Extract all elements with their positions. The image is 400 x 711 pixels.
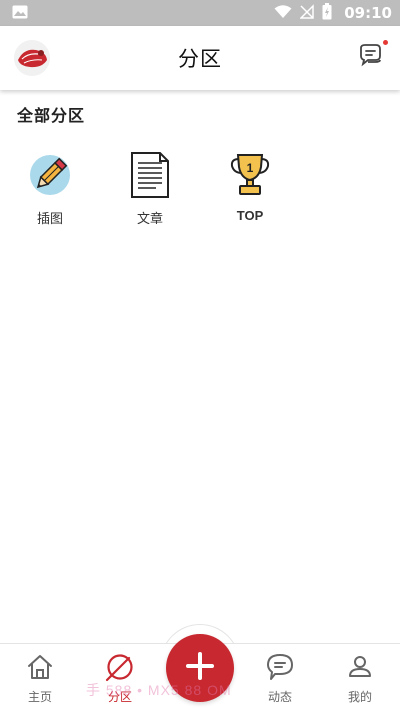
nav-item-profile[interactable]: 我的 [320,652,400,708]
wifi-icon [274,4,292,23]
avatar[interactable] [14,40,50,76]
category-label: TOP [236,208,264,223]
image-icon [12,4,28,23]
message-button[interactable] [356,40,388,70]
chat-bubble-icon [265,652,295,682]
nav-label-home: 主页 [27,690,52,704]
category-grid: 插图 文章 1 TOP [0,150,400,240]
document-icon [128,150,172,200]
category-label: 文章 [136,212,163,227]
nav-item-feed[interactable]: 动态 [240,652,320,708]
status-time: 09:10 [344,4,392,22]
no-sim-icon [299,3,314,23]
pencil-icon [28,150,72,200]
watermark: 手 588 • MX5 88 OM [86,682,232,698]
app-header: 分区 [0,26,400,90]
unread-dot [383,40,388,45]
screen: 09:10 分区 全部分区 插图 文章 1 TOP 主页 分区 动态 我的 手 … [0,0,400,711]
nav-label-profile: 我的 [347,690,372,704]
home-icon [25,652,55,682]
category-label: 插图 [36,212,63,227]
battery-charging-icon [322,2,332,24]
category-illustration[interactable]: 插图 [0,150,100,230]
category-top[interactable]: 1 TOP [200,150,300,230]
page-title: 分区 [178,47,222,71]
trophy-icon: 1 [228,150,272,200]
leaf-icon [105,652,135,682]
nav-label-feed: 动态 [267,690,292,704]
section-title: 全部分区 [17,106,86,125]
message-icon [356,44,384,74]
svg-text:1: 1 [247,161,254,175]
category-article[interactable]: 文章 [100,150,200,230]
person-icon [345,652,375,682]
status-bar: 09:10 [0,0,400,26]
nav-item-home[interactable]: 主页 [0,652,80,708]
